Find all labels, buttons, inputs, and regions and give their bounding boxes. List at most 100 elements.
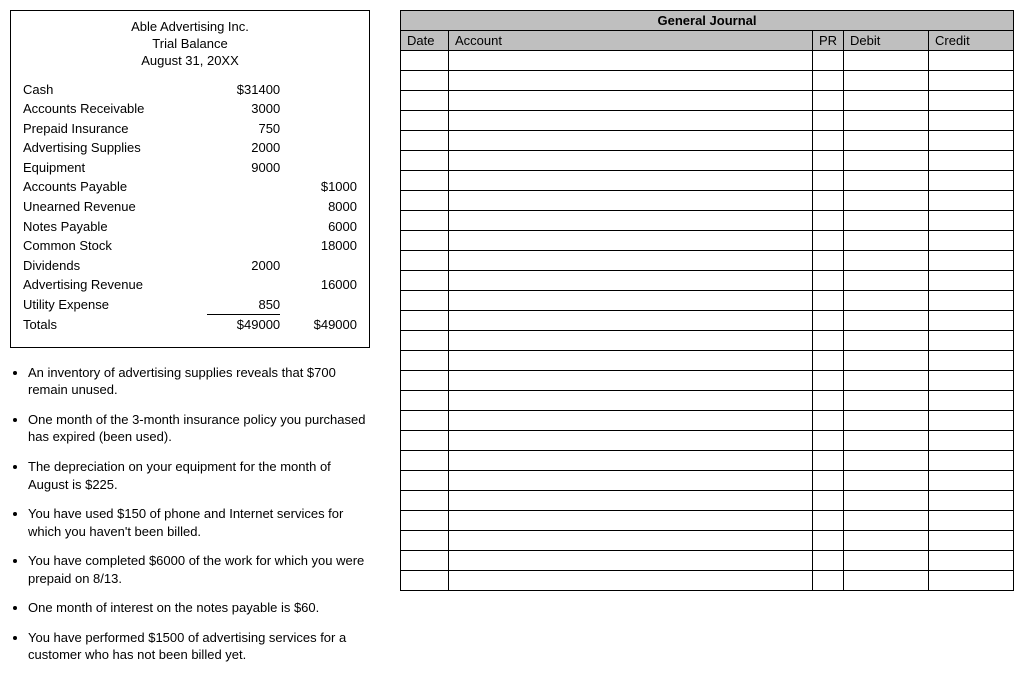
journal-cell[interactable] (401, 211, 449, 231)
journal-cell[interactable] (401, 191, 449, 211)
journal-cell[interactable] (401, 51, 449, 71)
journal-cell[interactable] (812, 531, 843, 551)
journal-cell[interactable] (844, 571, 929, 591)
journal-cell[interactable] (401, 91, 449, 111)
journal-cell[interactable] (929, 571, 1014, 591)
journal-cell[interactable] (844, 371, 929, 391)
journal-cell[interactable] (449, 431, 813, 451)
journal-cell[interactable] (844, 451, 929, 471)
journal-cell[interactable] (812, 91, 843, 111)
journal-cell[interactable] (449, 251, 813, 271)
journal-cell[interactable] (844, 71, 929, 91)
journal-cell[interactable] (401, 311, 449, 331)
journal-cell[interactable] (449, 91, 813, 111)
journal-cell[interactable] (401, 371, 449, 391)
journal-cell[interactable] (844, 351, 929, 371)
journal-cell[interactable] (812, 271, 843, 291)
journal-cell[interactable] (812, 111, 843, 131)
journal-cell[interactable] (449, 51, 813, 71)
journal-cell[interactable] (449, 291, 813, 311)
journal-cell[interactable] (844, 91, 929, 111)
journal-cell[interactable] (449, 471, 813, 491)
journal-cell[interactable] (449, 351, 813, 371)
journal-cell[interactable] (449, 271, 813, 291)
journal-cell[interactable] (929, 71, 1014, 91)
journal-cell[interactable] (812, 431, 843, 451)
journal-cell[interactable] (449, 531, 813, 551)
journal-cell[interactable] (844, 151, 929, 171)
journal-cell[interactable] (929, 331, 1014, 351)
journal-cell[interactable] (844, 471, 929, 491)
journal-cell[interactable] (449, 231, 813, 251)
journal-cell[interactable] (929, 431, 1014, 451)
journal-cell[interactable] (401, 231, 449, 251)
journal-cell[interactable] (812, 231, 843, 251)
journal-cell[interactable] (401, 471, 449, 491)
journal-cell[interactable] (812, 191, 843, 211)
journal-cell[interactable] (401, 431, 449, 451)
journal-cell[interactable] (844, 111, 929, 131)
journal-cell[interactable] (812, 391, 843, 411)
journal-cell[interactable] (449, 411, 813, 431)
journal-cell[interactable] (929, 131, 1014, 151)
journal-cell[interactable] (844, 431, 929, 451)
journal-cell[interactable] (929, 551, 1014, 571)
journal-cell[interactable] (812, 511, 843, 531)
journal-cell[interactable] (812, 151, 843, 171)
journal-cell[interactable] (401, 511, 449, 531)
journal-cell[interactable] (929, 251, 1014, 271)
journal-cell[interactable] (401, 331, 449, 351)
journal-cell[interactable] (401, 171, 449, 191)
journal-cell[interactable] (401, 131, 449, 151)
journal-cell[interactable] (929, 91, 1014, 111)
journal-cell[interactable] (929, 271, 1014, 291)
journal-cell[interactable] (812, 211, 843, 231)
journal-cell[interactable] (929, 191, 1014, 211)
journal-cell[interactable] (844, 51, 929, 71)
journal-cell[interactable] (401, 71, 449, 91)
journal-cell[interactable] (929, 171, 1014, 191)
journal-cell[interactable] (812, 331, 843, 351)
journal-cell[interactable] (401, 351, 449, 371)
journal-cell[interactable] (844, 311, 929, 331)
journal-cell[interactable] (812, 371, 843, 391)
journal-cell[interactable] (449, 491, 813, 511)
journal-cell[interactable] (812, 171, 843, 191)
journal-cell[interactable] (812, 451, 843, 471)
journal-cell[interactable] (844, 191, 929, 211)
journal-cell[interactable] (929, 151, 1014, 171)
journal-cell[interactable] (844, 251, 929, 271)
journal-cell[interactable] (844, 391, 929, 411)
journal-cell[interactable] (812, 491, 843, 511)
journal-cell[interactable] (929, 391, 1014, 411)
journal-cell[interactable] (812, 291, 843, 311)
journal-cell[interactable] (449, 191, 813, 211)
journal-cell[interactable] (812, 51, 843, 71)
journal-cell[interactable] (929, 511, 1014, 531)
journal-cell[interactable] (929, 491, 1014, 511)
journal-cell[interactable] (812, 551, 843, 571)
journal-cell[interactable] (812, 411, 843, 431)
journal-cell[interactable] (449, 371, 813, 391)
journal-cell[interactable] (812, 571, 843, 591)
journal-cell[interactable] (812, 251, 843, 271)
journal-cell[interactable] (401, 271, 449, 291)
journal-cell[interactable] (812, 311, 843, 331)
journal-cell[interactable] (449, 571, 813, 591)
journal-cell[interactable] (844, 511, 929, 531)
journal-cell[interactable] (929, 291, 1014, 311)
journal-cell[interactable] (929, 411, 1014, 431)
journal-cell[interactable] (844, 291, 929, 311)
journal-cell[interactable] (449, 71, 813, 91)
journal-cell[interactable] (844, 211, 929, 231)
journal-cell[interactable] (401, 491, 449, 511)
journal-cell[interactable] (449, 131, 813, 151)
journal-cell[interactable] (929, 351, 1014, 371)
journal-cell[interactable] (844, 491, 929, 511)
journal-cell[interactable] (449, 391, 813, 411)
journal-cell[interactable] (844, 171, 929, 191)
journal-cell[interactable] (449, 551, 813, 571)
journal-cell[interactable] (812, 351, 843, 371)
journal-cell[interactable] (449, 511, 813, 531)
journal-cell[interactable] (929, 471, 1014, 491)
